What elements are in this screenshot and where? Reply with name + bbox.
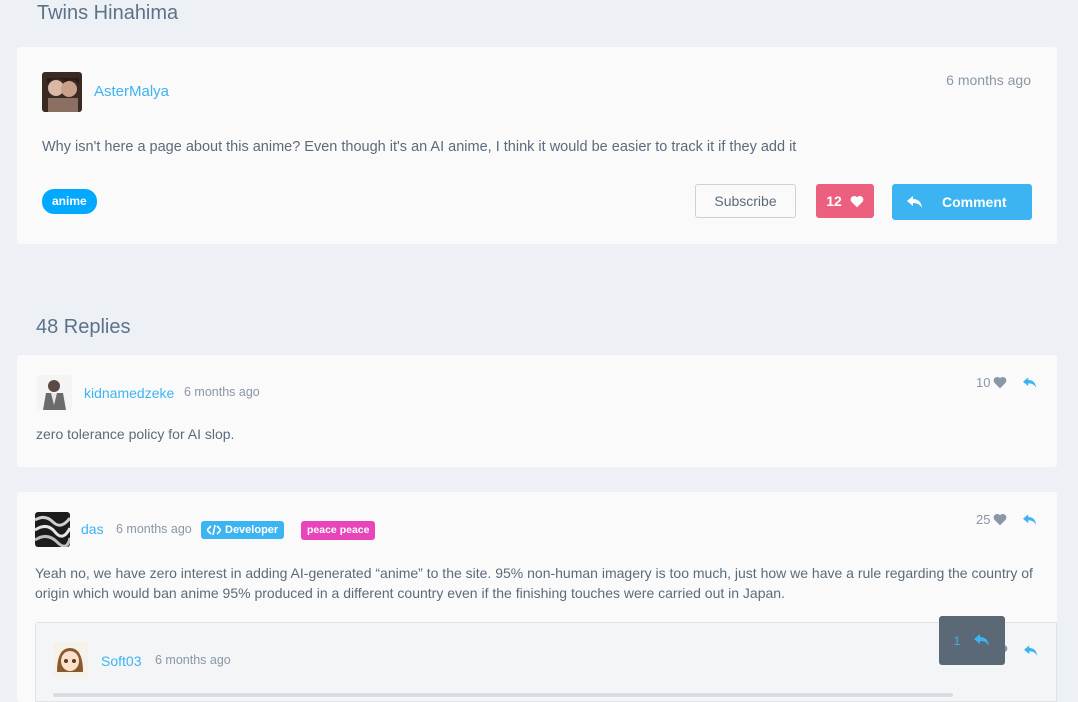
reply-body: zero tolerance policy for AI slop. bbox=[36, 426, 235, 442]
like-button[interactable]: 12 bbox=[816, 184, 874, 218]
reply-timestamp: 6 months ago bbox=[116, 522, 192, 536]
avatar[interactable] bbox=[42, 72, 82, 112]
reply-icon[interactable] bbox=[1024, 645, 1038, 657]
reply-body: Yeah no, we have zero interest in adding… bbox=[35, 563, 1033, 603]
reply-timestamp: 6 months ago bbox=[155, 653, 231, 667]
reply-body-line: origin which would ban anime 95% produce… bbox=[35, 585, 785, 601]
thread-body: Why isn't here a page about this anime? … bbox=[42, 139, 797, 155]
developer-badge-label: Developer bbox=[225, 524, 279, 536]
reply-like-button[interactable]: 10 bbox=[976, 375, 1007, 390]
heart-icon bbox=[850, 195, 864, 208]
tooltip-count: 1 bbox=[953, 633, 961, 648]
reply-like-count: 10 bbox=[976, 375, 991, 390]
reply-icon bbox=[974, 634, 990, 647]
reply-user-link[interactable]: Soft03 bbox=[101, 653, 141, 669]
reply-icon[interactable] bbox=[1023, 377, 1037, 389]
code-icon bbox=[207, 525, 221, 535]
subscribe-button[interactable]: Subscribe bbox=[695, 184, 796, 218]
reply-timestamp: 6 months ago bbox=[184, 385, 260, 399]
avatar[interactable] bbox=[37, 375, 72, 410]
comment-label: Comment bbox=[942, 194, 1007, 210]
comment-button[interactable]: Comment bbox=[892, 184, 1032, 220]
reply-user-link[interactable]: kidnamedzeke bbox=[84, 385, 174, 401]
reply-icon[interactable] bbox=[1023, 514, 1037, 526]
reply-count-tooltip[interactable]: 1 bbox=[939, 616, 1005, 665]
like-count: 12 bbox=[826, 193, 842, 209]
tag-anime[interactable]: anime bbox=[42, 189, 97, 214]
custom-badge: peace peace bbox=[301, 521, 376, 540]
subscribe-label: Subscribe bbox=[714, 193, 777, 209]
reply-user-link[interactable]: das bbox=[81, 521, 104, 537]
avatar[interactable] bbox=[35, 512, 70, 547]
heart-icon bbox=[993, 513, 1007, 526]
reply-body-line: Yeah no, we have zero interest in adding… bbox=[35, 565, 1033, 581]
nested-reply-card: Soft03 6 months ago 3 bbox=[35, 622, 1057, 702]
thread-card: AsterMalya 6 months ago Why isn't here a… bbox=[17, 47, 1057, 244]
reply-body-preview bbox=[53, 693, 953, 697]
reply-icon bbox=[907, 195, 923, 209]
reply-like-button[interactable]: 25 bbox=[976, 512, 1007, 527]
page-title: Twins Hinahima bbox=[37, 2, 179, 24]
developer-badge: Developer bbox=[201, 521, 285, 539]
thread-timestamp: 6 months ago bbox=[946, 72, 1031, 88]
avatar[interactable] bbox=[53, 642, 88, 677]
author-link[interactable]: AsterMalya bbox=[94, 83, 169, 100]
reply-card: kidnamedzeke 6 months ago 10 zero tolera… bbox=[17, 355, 1057, 467]
heart-icon bbox=[993, 376, 1007, 389]
replies-header: 48 Replies bbox=[36, 316, 131, 338]
reply-like-count: 25 bbox=[976, 512, 991, 527]
